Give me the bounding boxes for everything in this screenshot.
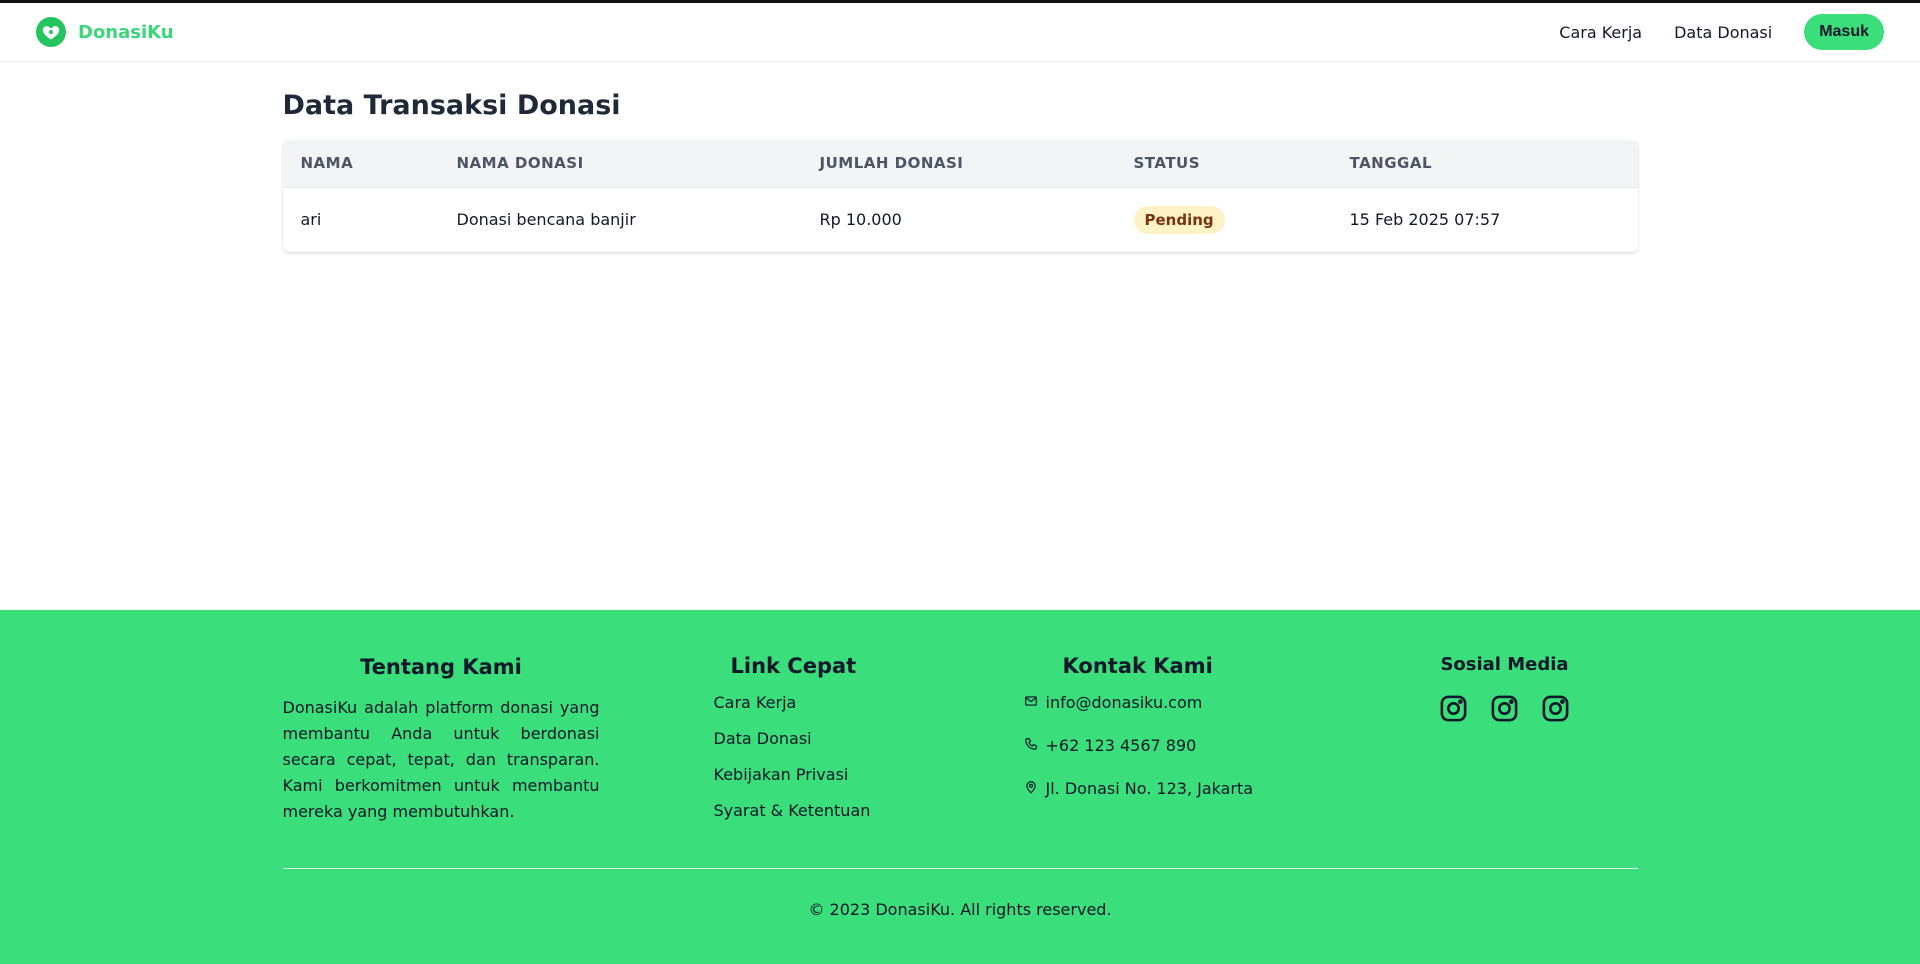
- footer-divider: [282, 868, 1638, 869]
- footer-link-syarat-ketentuan[interactable]: Syarat & Ketentuan: [714, 801, 871, 820]
- instagram-icon[interactable]: [1438, 693, 1469, 724]
- social-title: Sosial Media: [1440, 654, 1569, 675]
- contact-email-text: info@donasiku.com: [1045, 693, 1203, 712]
- navbar: DonasiKu Cara Kerja Data Donasi Masuk: [0, 3, 1920, 62]
- about-text: DonasiKu adalah platform donasi yang mem…: [282, 698, 600, 821]
- phone-icon: [1024, 736, 1038, 756]
- copyright-text: © 2023 DonasiKu. All rights reserved.: [808, 900, 1112, 919]
- about-title: Tentang Kami: [360, 655, 522, 679]
- instagram-icon[interactable]: [1540, 693, 1571, 724]
- footer: Tentang Kami DonasiKu adalah platform do…: [0, 610, 1920, 964]
- footer-link-kebijakan-privasi[interactable]: Kebijakan Privasi: [714, 765, 849, 784]
- transactions-table: NAMA NAMA DONASI JUMLAH DONASI STATUS TA…: [282, 140, 1638, 252]
- nav-menu: Cara Kerja Data Donasi Masuk: [1559, 14, 1884, 50]
- footer-about: Tentang Kami DonasiKu adalah platform do…: [283, 655, 600, 825]
- quick-links-title: Link Cepat: [730, 654, 857, 678]
- brand-link[interactable]: DonasiKu: [36, 17, 174, 47]
- contact-phone: +62 123 4567 890: [1024, 736, 1354, 756]
- map-pin-icon: [1024, 779, 1038, 799]
- cell-nama-donasi: Donasi bencana banjir: [456, 210, 636, 230]
- cell-status: Pending: [1116, 187, 1332, 252]
- cell-jumlah: Rp 10.000: [819, 210, 902, 230]
- contact-address-text: Jl. Donasi No. 123, Jakarta: [1045, 779, 1254, 798]
- cell-tanggal: 15 Feb 2025 07:57: [1349, 210, 1501, 230]
- heart-logo-icon: [36, 17, 66, 47]
- brand-name: DonasiKu: [78, 21, 174, 43]
- table-row: ari Donasi bencana banjir Rp 10.000 Pend…: [282, 187, 1638, 252]
- cell-nama: ari: [300, 210, 322, 230]
- column-header-jumlah-donasi: JUMLAH DONASI: [819, 154, 964, 173]
- footer-quick-links: Link Cepat Cara Kerja Data Donasi Kebija…: [714, 654, 1034, 837]
- contact-address: Jl. Donasi No. 123, Jakarta: [1024, 779, 1354, 799]
- page-title: Data Transaksi Donasi: [282, 90, 621, 121]
- footer-link-data-donasi[interactable]: Data Donasi: [714, 729, 812, 748]
- contact-title: Kontak Kami: [1062, 654, 1213, 678]
- nav-link-data-donasi[interactable]: Data Donasi: [1674, 23, 1772, 42]
- footer-contact: Kontak Kami info@donasiku.com +62 123 45…: [1024, 654, 1354, 822]
- main-content: Data Transaksi Donasi NAMA NAMA DONASI J…: [282, 62, 1638, 252]
- column-header-nama-donasi: NAMA DONASI: [456, 154, 584, 173]
- social-icons: [1365, 693, 1645, 724]
- mail-icon: [1024, 693, 1038, 713]
- column-header-nama: NAMA: [300, 154, 354, 173]
- transactions-table-card: NAMA NAMA DONASI JUMLAH DONASI STATUS TA…: [282, 140, 1638, 252]
- column-header-status: STATUS: [1133, 154, 1201, 173]
- nav-link-cara-kerja[interactable]: Cara Kerja: [1559, 23, 1642, 42]
- contact-email: info@donasiku.com: [1024, 693, 1354, 713]
- instagram-icon[interactable]: [1489, 693, 1520, 724]
- footer-social: Sosial Media: [1365, 654, 1645, 724]
- footer-link-cara-kerja[interactable]: Cara Kerja: [714, 693, 797, 712]
- login-button[interactable]: Masuk: [1804, 14, 1884, 50]
- contact-phone-text: +62 123 4567 890: [1045, 736, 1197, 755]
- column-header-tanggal: TANGGAL: [1349, 154, 1433, 173]
- status-badge: Pending: [1133, 205, 1225, 234]
- table-header-row: NAMA NAMA DONASI JUMLAH DONASI STATUS TA…: [282, 140, 1638, 187]
